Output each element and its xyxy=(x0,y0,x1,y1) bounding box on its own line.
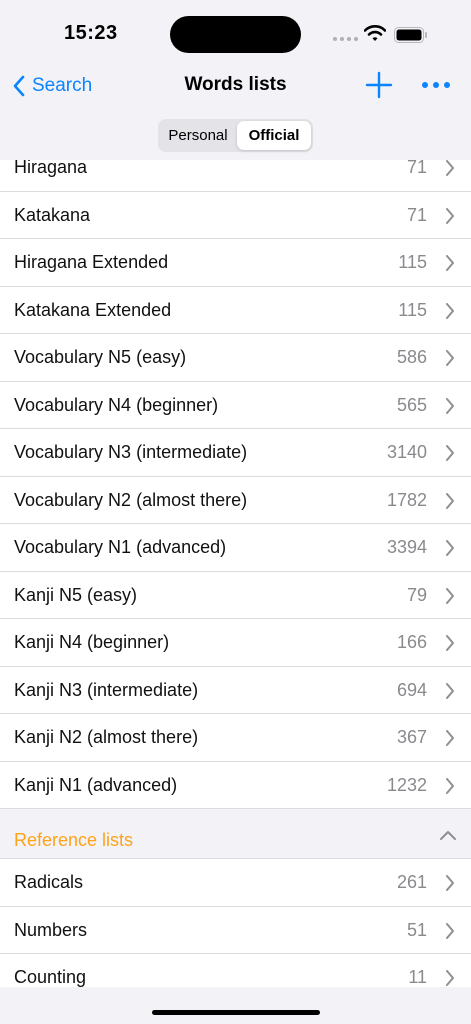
list-row-count: 565 xyxy=(396,394,427,415)
list-row-label: Hiragana Extended xyxy=(14,252,169,272)
list-row-kanji-n1-advanced[interactable]: Kanji N1 (advanced) 1232 xyxy=(0,761,471,809)
navigation-bar: Search Words lists xyxy=(0,64,471,108)
words-list-content: Hiragana 71 Katakana 71 Hiragana Extended 115… xyxy=(0,160,471,987)
list-row-vocabulary-n4-beginner[interactable]: Vocabulary N4 (beginner) 565 xyxy=(0,381,471,429)
chevron-right-icon xyxy=(446,682,454,699)
chevron-right-icon xyxy=(446,730,454,746)
chevron-right-icon xyxy=(446,445,454,461)
list-row-label: Kanji N4 (beginner) xyxy=(14,632,170,652)
list-row-hiragana-extended[interactable]: Hiragana Extended 115 xyxy=(0,239,471,287)
plus-icon[interactable] xyxy=(364,70,394,100)
list-row-kanji-n2-almost-there[interactable]: Kanji N2 (almost there) 367 xyxy=(0,714,471,762)
list-row-vocabulary-n2-almost-there[interactable]: Vocabulary N2 (almost there) 1782 xyxy=(0,476,471,524)
back-button[interactable]: Search xyxy=(12,72,92,100)
list-row-label: Katakana Extended xyxy=(14,299,172,320)
list-row-count: 1232 xyxy=(386,774,427,795)
list-row-count: 115 xyxy=(398,299,427,320)
chevron-right-icon xyxy=(446,922,454,939)
chevron-right-icon xyxy=(446,207,454,224)
dynamic-island xyxy=(170,16,301,53)
list-row-count: 115 xyxy=(398,252,427,272)
list-row-count: 1782 xyxy=(386,489,427,510)
list-row-kanji-n4-beginner[interactable]: Kanji N4 (beginner) 166 xyxy=(0,619,471,667)
words-list[interactable]: Hiragana 71 Katakana 71 Hiragana Extended 115… xyxy=(0,160,471,987)
list-row-label: Vocabulary N5 (easy) xyxy=(14,347,187,367)
list-row-label: Vocabulary N2 (almost there) xyxy=(14,489,248,510)
cellular-signal-icon xyxy=(333,37,358,41)
list-type-segmented-control: Personal Official xyxy=(158,119,313,152)
list-row-count: 3394 xyxy=(386,537,427,557)
chevron-right-icon xyxy=(446,587,454,604)
list-row-label: Kanji N1 (advanced) xyxy=(14,774,178,795)
list-row-label: Kanji N2 (almost there) xyxy=(14,727,199,747)
list-row-vocabulary-n3-intermediate[interactable]: Vocabulary N3 (intermediate) 3140 xyxy=(0,429,471,477)
chevron-right-icon xyxy=(446,302,454,319)
bottom-safe-area xyxy=(0,987,471,1024)
list-row-radicals[interactable]: Radicals 261 xyxy=(0,859,471,907)
list-row-hiragana[interactable]: Hiragana 71 xyxy=(0,160,471,192)
chevron-left-icon xyxy=(13,75,25,97)
chevron-right-icon xyxy=(446,635,454,651)
chevron-right-icon xyxy=(446,255,454,271)
list-row-count: 71 xyxy=(406,160,427,177)
chevron-right-icon xyxy=(446,492,454,509)
list-row-label: Katakana xyxy=(14,204,91,225)
list-row-label: Vocabulary N3 (intermediate) xyxy=(14,442,248,462)
list-row-numbers[interactable]: Numbers 51 xyxy=(0,906,471,954)
list-row-count: 3140 xyxy=(386,442,427,462)
home-indicator[interactable] xyxy=(152,1010,320,1015)
list-row-count: 367 xyxy=(396,727,427,747)
battery-icon xyxy=(394,27,427,43)
list-row-count: 586 xyxy=(396,347,427,367)
list-row-label: Counting xyxy=(14,967,87,987)
list-row-count: 79 xyxy=(406,584,427,605)
list-row-count: 166 xyxy=(396,632,427,652)
wifi-icon xyxy=(364,25,386,41)
list-row-label: Numbers xyxy=(14,919,88,940)
list-row-kanji-n5-easy[interactable]: Kanji N5 (easy) 79 xyxy=(0,571,471,619)
chevron-right-icon xyxy=(446,160,454,176)
status-bar: 15:23 xyxy=(0,0,471,64)
list-row-label: Kanji N5 (easy) xyxy=(14,584,138,605)
list-row-vocabulary-n5-easy[interactable]: Vocabulary N5 (easy) 586 xyxy=(0,334,471,382)
chevron-right-icon xyxy=(446,875,454,891)
list-row-counting[interactable]: Counting 11 xyxy=(0,954,471,987)
list-row-vocabulary-n1-advanced[interactable]: Vocabulary N1 (advanced) 3394 xyxy=(0,524,471,572)
list-row-label: Radicals xyxy=(14,872,84,892)
list-row-kanji-n3-intermediate[interactable]: Kanji N3 (intermediate) 694 xyxy=(0,666,471,714)
back-label: Search xyxy=(32,75,93,96)
segment-personal[interactable]: Personal xyxy=(160,121,236,150)
list-row-count: 51 xyxy=(406,919,427,940)
list-row-label: Vocabulary N1 (advanced) xyxy=(14,537,227,557)
section-header-reference-lists[interactable]: Reference lists xyxy=(0,809,471,859)
list-row-label: Hiragana xyxy=(14,160,88,177)
list-row-katakana[interactable]: Katakana 71 xyxy=(0,191,471,239)
chevron-right-icon xyxy=(446,540,454,556)
chevron-right-icon xyxy=(446,350,454,366)
list-row-count: 11 xyxy=(408,967,427,987)
chevron-up-icon[interactable] xyxy=(439,829,457,841)
chevron-right-icon xyxy=(446,970,454,986)
list-row-label: Kanji N3 (intermediate) xyxy=(14,679,199,700)
chevron-right-icon xyxy=(446,397,454,414)
chevron-right-icon xyxy=(446,777,454,794)
list-row-count: 261 xyxy=(396,872,427,892)
segment-official[interactable]: Official xyxy=(237,121,311,150)
list-row-count: 694 xyxy=(396,679,427,700)
more-icon[interactable] xyxy=(420,72,452,98)
list-row-katakana-extended[interactable]: Katakana Extended 115 xyxy=(0,286,471,334)
list-row-label: Vocabulary N4 (beginner) xyxy=(14,394,219,415)
status-time: 15:23 xyxy=(64,22,118,44)
list-row-count: 71 xyxy=(406,204,427,225)
